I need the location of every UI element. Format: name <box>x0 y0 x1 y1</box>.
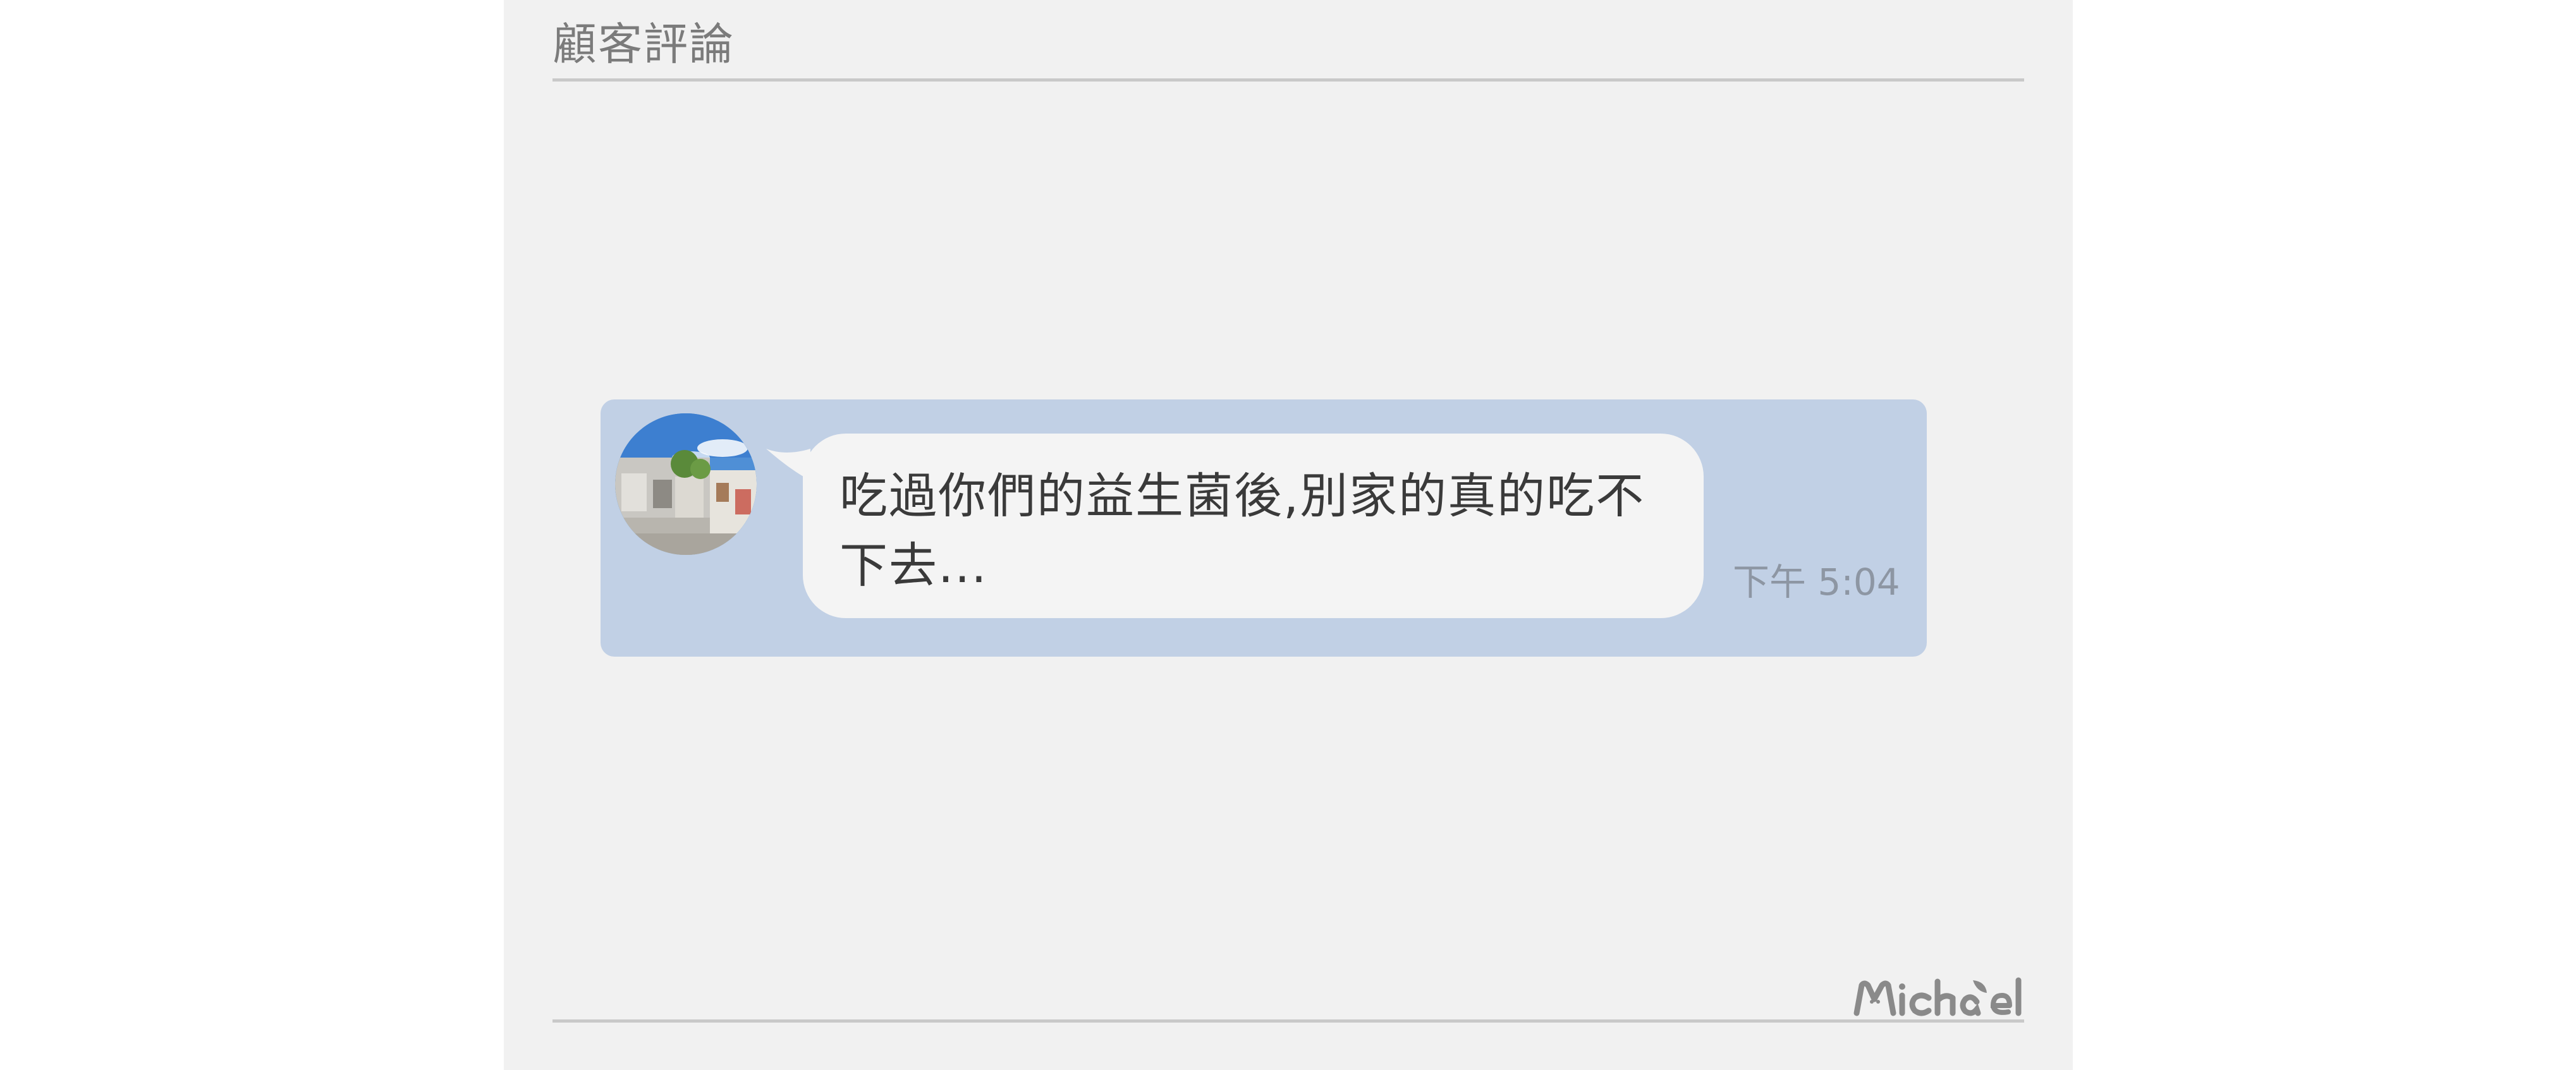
footer-divider <box>552 1019 2024 1023</box>
title-divider <box>552 78 2024 82</box>
message-bubble: 吃過你們的益生菌後,別家的真的吃不下去... <box>803 434 1704 618</box>
message-text: 吃過你們的益生菌後,別家的真的吃不下去... <box>839 468 1645 593</box>
avatar <box>615 413 757 555</box>
chat-message-row: 吃過你們的益生菌後,別家的真的吃不下去... 下午 5:04 <box>601 399 1927 657</box>
michael-watermark-logo <box>1853 977 2022 1016</box>
message-time: 下午 5:04 <box>1733 561 1900 604</box>
review-panel: 顧客評論 吃過你們的益生菌後,別家的真的吃不下去... 下午 5:04 <box>504 0 2073 1070</box>
section-title: 顧客評論 <box>552 18 735 70</box>
avatar-photo-icon <box>615 413 757 555</box>
